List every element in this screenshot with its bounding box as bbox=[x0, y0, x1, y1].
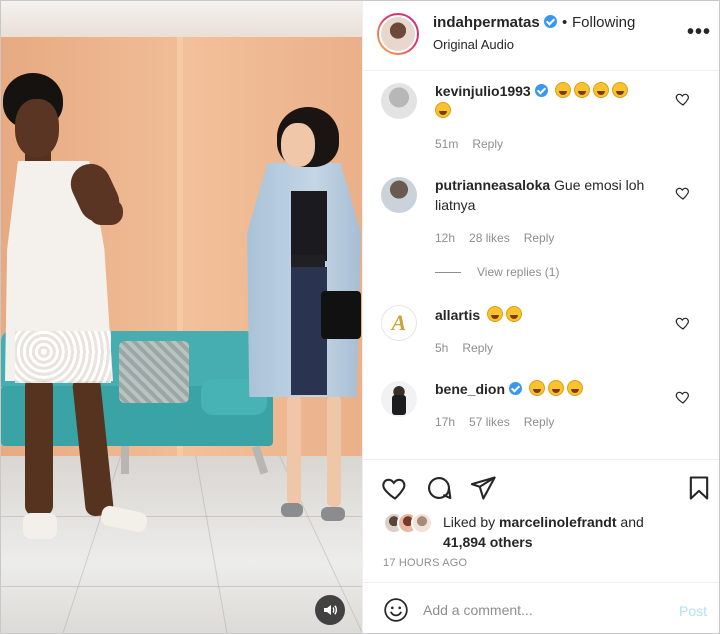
comment-heart-icon[interactable] bbox=[675, 91, 691, 107]
verified-badge-icon bbox=[543, 15, 557, 28]
commenter-username[interactable]: bene_dion bbox=[435, 381, 505, 397]
likes-count[interactable]: 41,894 others bbox=[443, 534, 533, 550]
comment-heart-icon[interactable] bbox=[675, 185, 691, 201]
comment-list[interactable]: kevinjulio1993 51m Reply putrianneasaloka… bbox=[363, 71, 719, 459]
heart-icon[interactable] bbox=[381, 474, 409, 502]
emoji-laughing bbox=[435, 102, 451, 118]
avatar bbox=[411, 512, 433, 534]
emoji-laughing bbox=[552, 82, 628, 99]
verified-badge-icon bbox=[509, 382, 523, 395]
comment-meta: 5h Reply bbox=[435, 341, 507, 355]
post-header: indahpermatas • Following Original Audio… bbox=[363, 1, 719, 71]
comment-time: 5h bbox=[435, 341, 449, 355]
allartis-logo-icon: A bbox=[391, 310, 407, 335]
send-icon[interactable] bbox=[469, 474, 497, 502]
commenter-username[interactable]: putrianneasaloka bbox=[435, 177, 550, 193]
emoji-laughing bbox=[526, 380, 583, 397]
comment-input[interactable] bbox=[423, 597, 663, 623]
comment-time: 17h bbox=[435, 415, 456, 429]
separator-dot: • bbox=[562, 14, 568, 31]
commenter-avatar[interactable] bbox=[381, 83, 417, 119]
tiled-floor bbox=[1, 456, 362, 633]
comment-meta: 17h 57 likes Reply bbox=[435, 415, 568, 429]
post-actions: Liked by marcelinolefrandt and 41,894 ot… bbox=[363, 459, 719, 579]
comment-meta: 51m Reply bbox=[435, 137, 517, 151]
author-avatar[interactable] bbox=[377, 13, 419, 55]
verified-badge-icon bbox=[534, 84, 548, 97]
comment-likes[interactable]: 57 likes bbox=[469, 415, 510, 429]
comment-likes[interactable]: 28 likes bbox=[469, 231, 510, 245]
more-options-icon[interactable]: ••• bbox=[687, 21, 711, 44]
post-comment-button[interactable]: Post bbox=[679, 603, 707, 619]
comment-heart-icon[interactable] bbox=[675, 315, 691, 331]
reply-button[interactable]: Reply bbox=[472, 137, 503, 151]
commenter-username[interactable]: allartis bbox=[435, 307, 480, 323]
reply-button[interactable]: Reply bbox=[524, 415, 555, 429]
emoji-laughing bbox=[484, 306, 523, 323]
speaker-icon bbox=[324, 605, 337, 615]
following-button[interactable]: Following bbox=[572, 14, 635, 31]
liked-by-username[interactable]: marcelinolefrandt bbox=[499, 514, 616, 530]
comment-meta: 12h 28 likes Reply bbox=[435, 231, 568, 245]
comment-text: bene_dion bbox=[435, 379, 675, 399]
video-player[interactable] bbox=[1, 1, 362, 633]
commenter-avatar[interactable] bbox=[381, 177, 417, 213]
comment-composer: Post bbox=[363, 582, 719, 633]
comment-time: 12h bbox=[435, 231, 456, 245]
post-window: indahpermatas • Following Original Audio… bbox=[0, 0, 720, 634]
likes-prefix: Liked by bbox=[443, 514, 496, 530]
commenter-avatar[interactable] bbox=[381, 381, 417, 417]
comment-time: 51m bbox=[435, 137, 459, 151]
author-username[interactable]: indahpermatas bbox=[433, 14, 557, 31]
bookmark-icon[interactable] bbox=[685, 474, 713, 502]
sofa-leg bbox=[121, 446, 129, 474]
commenter-avatar[interactable]: A bbox=[381, 305, 417, 341]
author-username-text[interactable]: indahpermatas bbox=[433, 14, 540, 31]
reply-button[interactable]: Reply bbox=[462, 341, 493, 355]
commenter-username[interactable]: kevinjulio1993 bbox=[435, 83, 531, 99]
reply-button[interactable]: Reply bbox=[524, 231, 555, 245]
comment-text: putrianneasaloka Gue emosi loh liatnya bbox=[435, 175, 675, 215]
likes-and: and bbox=[620, 514, 644, 530]
audio-link[interactable]: Original Audio bbox=[433, 37, 514, 52]
view-replies-button[interactable]: View replies (1) bbox=[435, 265, 559, 279]
comment-text: kevinjulio1993 bbox=[435, 81, 675, 121]
likes-summary: Liked by marcelinolefrandt and 41,894 ot… bbox=[443, 512, 713, 552]
sound-toggle-button[interactable] bbox=[315, 595, 345, 625]
comment-icon[interactable] bbox=[425, 474, 453, 502]
liked-by-avatars[interactable] bbox=[383, 512, 443, 536]
post-sidebar: indahpermatas • Following Original Audio… bbox=[362, 1, 719, 633]
pillow bbox=[119, 341, 189, 403]
post-timestamp[interactable]: 17 HOURS AGO bbox=[383, 557, 467, 569]
emoji-picker-icon[interactable] bbox=[383, 597, 409, 623]
comment-heart-icon[interactable] bbox=[675, 389, 691, 405]
comment-text: allartis bbox=[435, 305, 675, 325]
ceiling bbox=[1, 1, 362, 37]
